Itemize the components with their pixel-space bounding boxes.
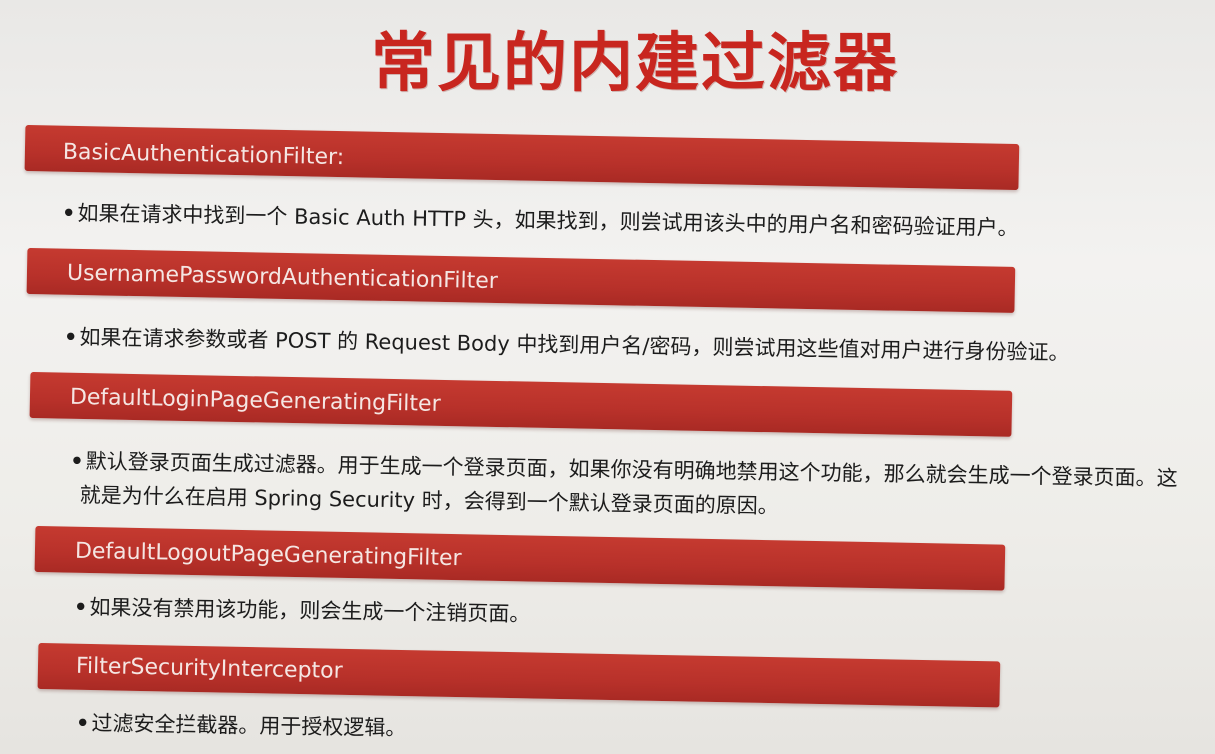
filter-description-line: 如果在请求参数或者 POST 的 Request Body 中找到用户名/密码，… xyxy=(79,325,1070,365)
slide-title: 常见的内建过滤器 xyxy=(371,27,899,101)
filter-description-line: 如果没有禁用该功能，则会生成一个注销页面。 xyxy=(89,595,531,627)
filter-description-line: 就是为什么在启用 Spring Security 时，会得到一个默认登录页面的原… xyxy=(79,483,779,519)
slide: 常见的内建过滤器 BasicAuthenticationFilter: •如果在… xyxy=(0,0,1215,754)
filter-name: FilterSecurityInterceptor xyxy=(75,653,343,684)
filter-description-line: 过滤安全拦截器。用于授权逻辑。 xyxy=(91,711,407,741)
filter-description: •如果在请求中找到一个 Basic Auth HTTP 头，如果找到，则尝试用该… xyxy=(62,196,1019,245)
filter-name: UsernamePasswordAuthenticationFilter xyxy=(66,260,499,295)
filter-description: •过滤安全拦截器。用于授权逻辑。 xyxy=(76,706,407,745)
bullet: • xyxy=(61,201,76,226)
bullet: • xyxy=(70,449,84,474)
filter-header-band: FilterSecurityInterceptor xyxy=(37,643,1001,708)
filter-header-band: DefaultLogoutPageGeneratingFilter xyxy=(34,526,1006,591)
bullet: • xyxy=(63,325,78,350)
filter-description: •如果在请求参数或者 POST 的 Request Body 中找到用户名/密码… xyxy=(64,320,1070,370)
filter-description: •如果没有禁用该功能，则会生成一个注销页面。 xyxy=(74,590,531,631)
bullet: • xyxy=(73,595,88,620)
filter-description: •默认登录页面生成过滤器。用于生成一个登录页面，如果你没有明确地禁用这个功能，那… xyxy=(69,444,1178,529)
filter-name: DefaultLoginPageGeneratingFilter xyxy=(69,384,441,417)
filter-name: BasicAuthenticationFilter: xyxy=(62,139,345,171)
filter-header-band: BasicAuthenticationFilter: xyxy=(24,125,1020,191)
filter-description-line: 如果在请求中找到一个 Basic Auth HTTP 头，如果找到，则尝试用该头… xyxy=(77,201,1019,241)
bullet: • xyxy=(75,711,90,736)
filter-header-band: UsernamePasswordAuthenticationFilter xyxy=(26,248,1016,313)
filter-name: DefaultLogoutPageGeneratingFilter xyxy=(74,538,462,572)
filter-header-band: DefaultLoginPageGeneratingFilter xyxy=(29,372,1013,437)
